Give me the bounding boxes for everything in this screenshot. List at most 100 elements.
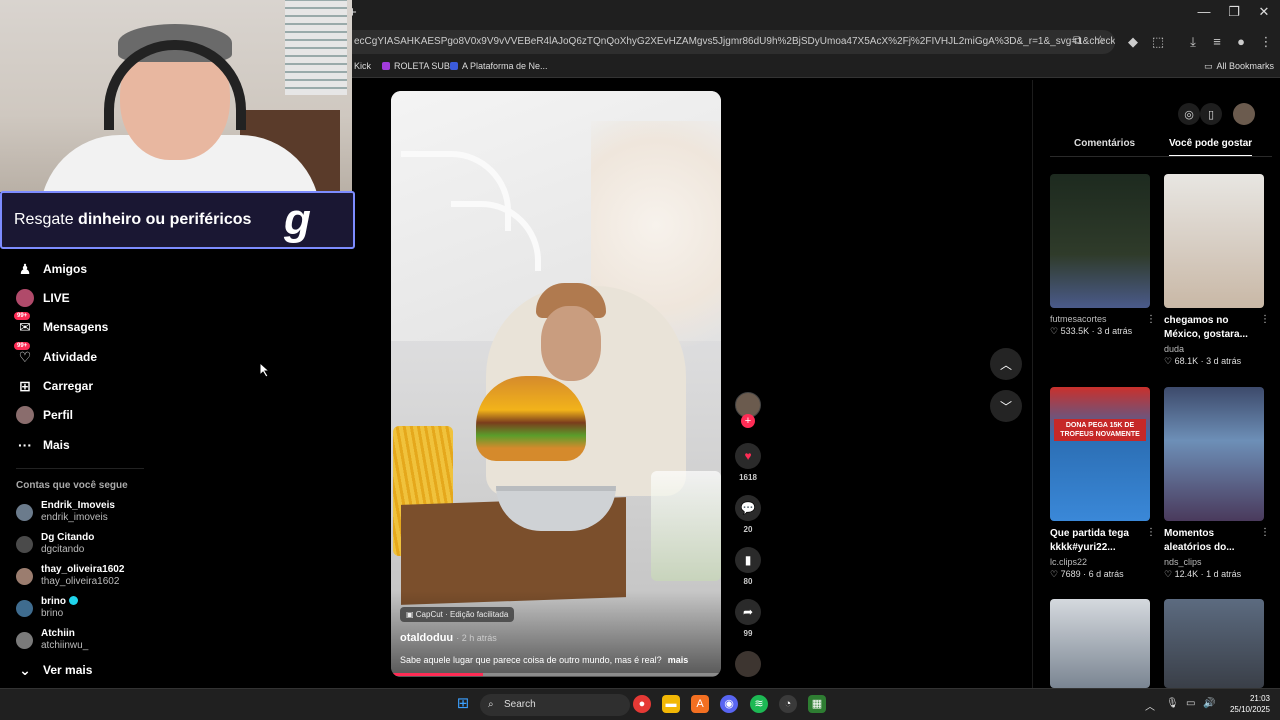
like-button[interactable]: ♥ 1618 [735,443,761,482]
verified-icon [69,596,78,605]
chevron-down-icon: ﹀ [999,399,1012,414]
suggested-video-card[interactable]: ⋮ Momentos aleatórios do... nds_clips ♡ … [1164,387,1270,580]
save-button[interactable]: ▮ 80 [735,547,761,586]
video-thumbnail [1164,387,1264,521]
nav-friends[interactable]: ♟ Amigos [16,258,87,280]
previous-video-button[interactable]: ︿ [990,348,1022,380]
spreadsheet-icon[interactable]: ▦ [808,695,826,713]
suggested-video-card[interactable]: ⋮ futmesacortes ♡ 533.5K · 3 d atrás [1050,174,1156,337]
drink-glass [651,471,721,581]
more-options-icon[interactable]: ⋮ [1146,314,1156,325]
activity-icon: ♡ 99+ [14,342,34,366]
live-icon [16,289,34,307]
burger [476,376,586,461]
profile-avatar-icon[interactable]: ● [1232,34,1250,49]
following-item[interactable]: Dg Citando dgcitando [16,532,94,556]
stream-banner: Resgate dinheiro ou periféricos g [0,191,355,249]
nav-live[interactable]: LIVE [16,287,70,309]
star-icon[interactable]: ☆ [1095,33,1106,47]
discord-icon[interactable]: ◉ [720,695,738,713]
maximize-button[interactable]: ❐ [1222,4,1246,20]
network-icon[interactable]: ▭ [1186,698,1195,709]
like-count: 1618 [739,473,757,482]
bookmark-roleta[interactable]: ROLETA SUB [382,61,450,71]
suggested-video-card[interactable]: ⋮ chegamos no México, gostara... duda ♡ … [1164,174,1270,367]
progress-bar[interactable] [391,673,721,676]
suggested-video-card[interactable]: DONA PEGA 15K DE TROFEUS NOVAMENTE ⋮ Que… [1050,387,1156,580]
more-options-icon[interactable]: ⋮ [1260,314,1270,325]
more-link[interactable]: mais [668,655,689,665]
more-options-icon[interactable]: ⋮ [1146,527,1156,538]
mouse-cursor-icon [260,363,270,377]
nav-profile[interactable]: Perfil [16,404,73,426]
close-button[interactable]: ✕ [1252,4,1276,20]
video-player[interactable]: ▣ CapCut · Edição facilitada otaldoduu ·… [391,91,721,677]
comment-button[interactable]: 💬 20 [735,495,761,534]
following-item[interactable]: Atchiin atchiinwu_ [16,628,88,652]
bookmark-plataforma[interactable]: A Plataforma de Ne... [450,61,548,71]
heart-outline-icon: ♡ [1050,569,1061,579]
device-icon[interactable]: ▯ [1200,103,1222,125]
see-more-button[interactable]: ⌄ Ver mais [16,659,92,681]
heart-outline-icon: ♡ [1164,356,1175,366]
more-options-icon[interactable]: ⋮ [1260,527,1270,538]
user-avatar[interactable] [1233,103,1255,125]
nav-more[interactable]: ··· Mais [16,434,70,456]
capcut-tag[interactable]: ▣ CapCut · Edição facilitada [400,607,515,622]
video-author[interactable]: otaldoduu · 2 h atrás [400,632,497,644]
volume-icon[interactable]: 🔊 [1203,698,1215,709]
following-title: Contas que você segue [16,480,128,491]
right-panel: ◎ ▯ Comentários Você pode gostar ⋮ futme… [1032,80,1280,688]
window-blinds [285,0,347,95]
suggested-video-card[interactable] [1164,599,1264,688]
video-thumbnail: DONA PEGA 15K DE TROFEUS NOVAMENTE [1050,387,1150,521]
install-icon[interactable]: ⧉ [1073,33,1082,48]
obs-icon[interactable]: ◔ [779,695,797,713]
video-thumbnail [1050,174,1150,308]
nav-activity[interactable]: ♡ 99+ Atividade [14,342,97,368]
bookmark-kick[interactable]: Kick [354,61,371,71]
messages-badge: 99+ [14,312,31,320]
menu-icon[interactable]: ⋮ [1257,34,1275,50]
nav-upload[interactable]: ⊞ Carregar [16,375,93,397]
chevron-up-icon[interactable]: ︿ [1145,698,1155,713]
following-item[interactable]: Endrik_Imoveis endrik_imoveis [16,500,115,524]
following-item[interactable]: thay_oliveira1602 thay_oliveira1602 [16,564,124,588]
avatar [16,535,33,553]
spotify-icon[interactable]: ≋ [750,695,768,713]
tab-you-may-like[interactable]: Você pode gostar [1169,138,1253,157]
windows-start-icon[interactable]: ⊞ [454,695,472,713]
following-item[interactable]: brino brino [16,596,78,620]
follow-plus-icon[interactable]: + [741,414,755,428]
heart-outline-icon: ♡ [1164,569,1175,579]
compass-icon[interactable]: ◎ [1178,103,1200,125]
friends-icon: ♟ [18,260,32,277]
taskbar-search[interactable]: ⌕ Search [480,694,630,716]
profile-icon [16,406,34,424]
nav-messages[interactable]: ✉ 99+ Mensagens [14,312,108,338]
media-icon[interactable]: ≡ [1208,34,1226,49]
share-button[interactable]: ➦ 99 [735,599,761,638]
minimize-button[interactable]: — [1192,4,1216,19]
next-video-button[interactable]: ﹀ [990,390,1022,422]
url-field[interactable]: ecCgYIASAHKAESPgo8V0x9V9vVVEBeR4lAJoQ6zT… [340,30,1115,54]
video-thumbnail [1164,174,1264,308]
music-disc[interactable] [735,651,761,677]
suggested-video-card[interactable] [1050,599,1150,688]
nav-divider [16,468,144,469]
all-bookmarks[interactable]: ▭ All Bookmarks [1204,61,1274,72]
thumbnail-banner: DONA PEGA 15K DE TROFEUS NOVAMENTE [1054,419,1146,441]
avatar [16,503,33,521]
tab-comments[interactable]: Comentários [1074,138,1135,149]
download-icon[interactable]: ⤓ [1184,34,1202,50]
puzzle-icon[interactable]: ⬚ [1149,34,1167,50]
folder-icon[interactable]: ▬ [662,695,680,713]
avatar [16,599,33,617]
microphone-icon[interactable]: 🎙 [1166,698,1179,709]
app-icon[interactable]: A [691,695,709,713]
extension-icon[interactable]: ◆ [1124,34,1142,50]
system-clock[interactable]: 21:03 25/10/2025 [1230,693,1270,715]
chrome-icon[interactable]: ● [633,695,651,713]
progress-fill [391,673,484,676]
banner-text: Resgate dinheiro ou periféricos [14,211,252,228]
